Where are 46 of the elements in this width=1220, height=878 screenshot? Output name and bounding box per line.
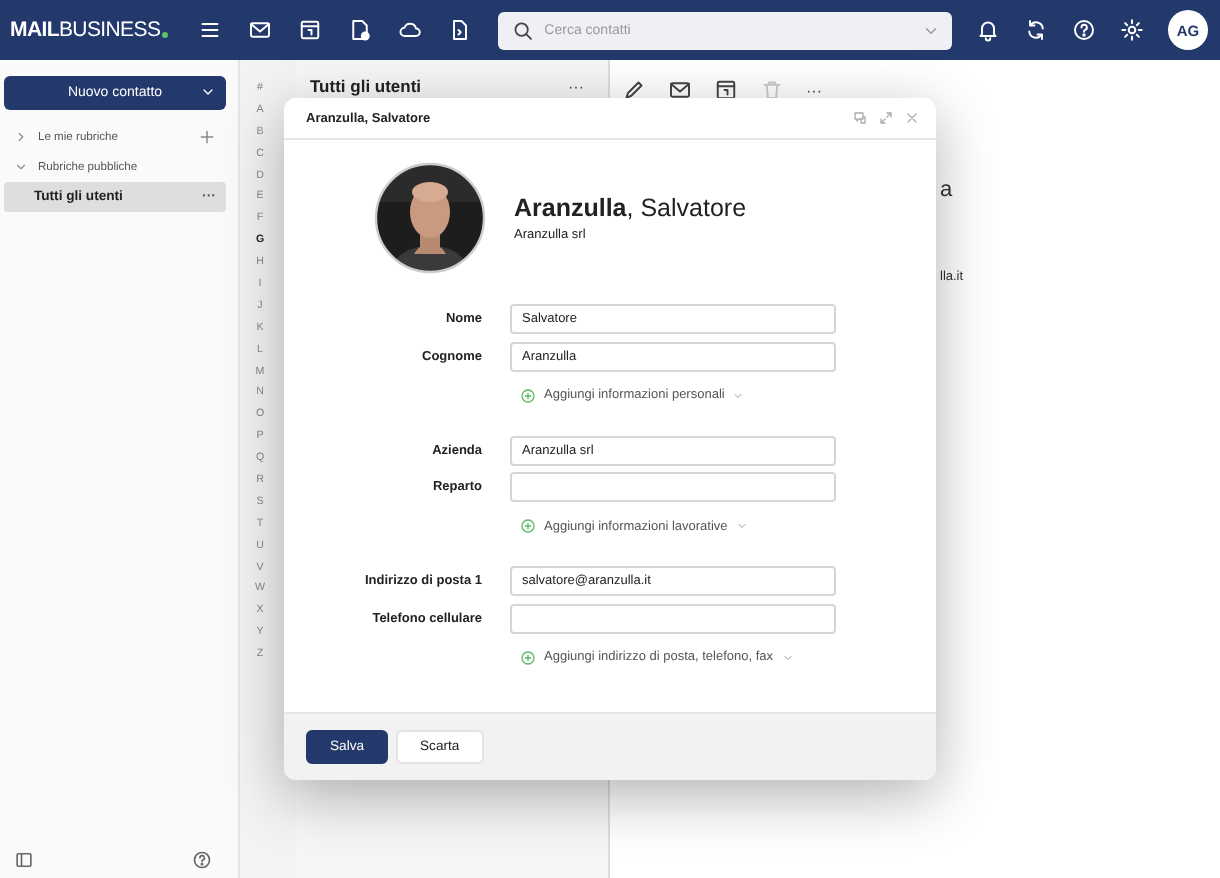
sync-icon <box>1024 18 1048 42</box>
search-icon <box>512 19 535 41</box>
close-icon <box>904 110 920 126</box>
chevron-icon <box>781 651 794 663</box>
settings-icon <box>1120 18 1144 42</box>
bell-icon <box>976 18 1000 42</box>
help-icon <box>1072 18 1096 42</box>
trash-icon <box>760 78 784 102</box>
dot-icon <box>162 32 169 38</box>
more-menu[interactable]: ··· <box>806 81 822 99</box>
panel-icon <box>14 850 34 870</box>
plus-icon <box>198 128 216 146</box>
input-field[interactable] <box>510 472 836 502</box>
logo: MAILBUSINESS <box>10 18 161 42</box>
help-button[interactable] <box>192 850 212 870</box>
plus-circle-icon <box>520 387 536 403</box>
mail-icon <box>248 18 273 42</box>
edit-icon <box>622 78 646 102</box>
more-menu[interactable]: ··· <box>568 77 584 95</box>
cloud-icon <box>398 18 423 42</box>
plus-circle-icon <box>520 518 536 534</box>
contact-name: Aranzulla, Salvatore <box>514 194 747 222</box>
toolbar-button[interactable] <box>1116 14 1148 46</box>
panel-toggle[interactable] <box>14 850 34 870</box>
expand-icon <box>878 110 894 126</box>
contact-name: a <box>940 178 955 202</box>
plus-circle-icon <box>520 649 536 665</box>
menu-icon <box>198 18 223 42</box>
toolbar-button[interactable] <box>1068 14 1100 46</box>
chevron-icon <box>735 520 748 532</box>
calendar-icon <box>714 78 738 102</box>
toolbar-button[interactable] <box>714 78 738 102</box>
file-icon <box>448 18 473 42</box>
document-icon <box>348 18 373 42</box>
list-title: Tutti gli utenti <box>310 76 422 96</box>
input-field[interactable] <box>510 603 836 633</box>
toolbar-button[interactable] <box>622 78 646 102</box>
toolbar-button[interactable] <box>668 78 692 102</box>
calendar-icon <box>298 18 323 42</box>
mail-icon <box>668 78 692 102</box>
chevron-right-icon <box>14 130 28 144</box>
chevron-icon <box>732 389 745 401</box>
chat-icon <box>852 110 868 126</box>
chevron-down-icon <box>14 160 28 174</box>
chevron-icon <box>200 84 216 100</box>
help-icon <box>192 850 212 870</box>
